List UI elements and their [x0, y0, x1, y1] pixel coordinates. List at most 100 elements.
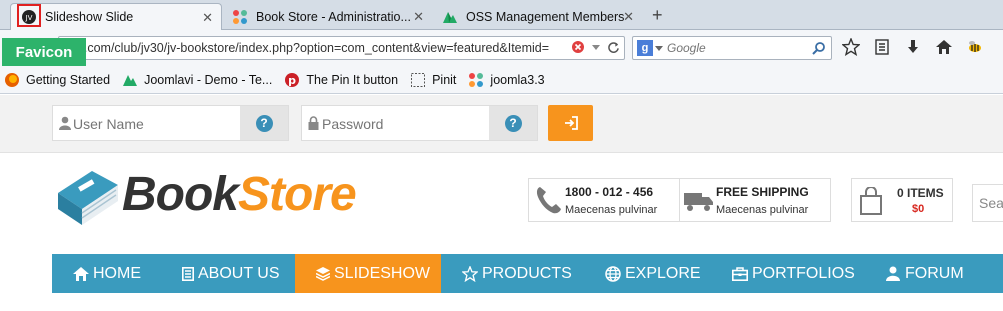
bookmark-label: Getting Started	[26, 72, 111, 87]
shopping-bag-icon	[860, 187, 882, 215]
star-icon	[462, 265, 478, 282]
book-logo-icon	[58, 171, 118, 225]
password-help-button[interactable]: ?	[489, 106, 537, 140]
nav-about-us[interactable]: ABOUT US	[164, 254, 295, 293]
joomlavi-icon	[442, 9, 458, 25]
bookmarks-list-icon[interactable]	[873, 38, 891, 56]
contact-info: 1800 - 012 - 456 Maecenas pulvinar FREE …	[528, 178, 831, 222]
bookmark-label: Joomlavi - Demo - Te...	[144, 72, 273, 87]
favicon-highlight-box	[17, 4, 41, 27]
tab-title: Slideshow Slide	[45, 10, 134, 24]
favicon-annotation-label: Favicon	[2, 38, 86, 66]
shipping-title: FREE SHIPPING	[716, 185, 809, 199]
bookmark-label: Pinit	[432, 72, 457, 87]
tab-slideshow-slide[interactable]: JV Slideshow Slide ✕	[10, 3, 222, 30]
site-logo[interactable]: BookStore	[52, 163, 392, 231]
nav-label: HOME	[93, 264, 141, 282]
search-icon[interactable]	[812, 41, 826, 55]
browser-tab-bar: JV Slideshow Slide ✕ Book Store - Admini…	[0, 0, 1003, 30]
stop-icon[interactable]	[571, 40, 585, 54]
browser-navigation-bar: ao2.com/club/jv30/jv-bookstore/index.php…	[0, 30, 1003, 66]
browser-search-box[interactable]: g	[632, 36, 832, 60]
logo-book-text: Book	[122, 168, 239, 221]
nav-home[interactable]: HOME	[52, 254, 164, 293]
layers-icon	[316, 266, 330, 281]
bookmark-joomla33[interactable]: joomla3.3	[468, 72, 545, 88]
logo-store-text: Store	[238, 168, 357, 221]
users-icon	[885, 266, 901, 281]
nav-forum[interactable]: FORUM	[864, 254, 1003, 293]
reload-icon[interactable]	[607, 41, 620, 54]
phone-number: 1800 - 012 - 456	[565, 185, 654, 199]
url-text: ao2.com/club/jv30/jv-bookstore/index.php…	[63, 41, 550, 55]
cart-item-count: 0 ITEMS	[897, 186, 944, 200]
new-tab-button[interactable]: +	[652, 5, 663, 26]
document-icon	[182, 266, 194, 281]
bookmarks-toolbar: Getting Started Joomlavi - Demo - Te... …	[0, 66, 1003, 94]
help-icon: ?	[255, 114, 273, 132]
tab-book-store-admin[interactable]: Book Store - Administratio... ✕	[222, 3, 432, 30]
bookmark-pinit[interactable]: Pinit	[410, 72, 456, 88]
username-input[interactable]	[73, 114, 243, 134]
nav-label: PRODUCTS	[482, 264, 572, 282]
divider	[679, 179, 680, 221]
close-tab-icon[interactable]: ✕	[202, 10, 213, 26]
cart-summary[interactable]: 0 ITEMS $0	[851, 178, 953, 222]
nav-label: PORTFOLIOS	[752, 264, 855, 282]
browser-search-input[interactable]	[667, 39, 807, 57]
globe-icon	[605, 265, 621, 282]
cart-total: $0	[912, 203, 925, 215]
home-icon	[73, 266, 89, 281]
nav-slideshow[interactable]: SLIDESHOW	[295, 254, 441, 293]
address-bar[interactable]: ao2.com/club/jv30/jv-bookstore/index.php…	[58, 36, 625, 60]
nav-label: ABOUT US	[198, 264, 280, 282]
browser-toolbar	[842, 38, 984, 56]
phone-icon	[536, 187, 561, 214]
svg-text:p: p	[288, 74, 296, 87]
username-help-button[interactable]: ?	[240, 106, 288, 140]
download-icon[interactable]	[904, 38, 922, 56]
bookmark-label: The Pin It button	[306, 72, 399, 87]
pinterest-icon: p	[284, 72, 300, 88]
nav-label: EXPLORE	[625, 264, 701, 282]
phone-subtitle: Maecenas pulvinar	[565, 204, 658, 216]
bookmark-star-icon[interactable]	[842, 38, 860, 56]
tab-oss-management[interactable]: OSS Management Members ✕	[432, 3, 642, 30]
nav-products[interactable]: PRODUCTS	[441, 254, 584, 293]
login-bar: ? ?	[0, 95, 1003, 153]
help-icon: ?	[504, 114, 522, 132]
user-icon	[59, 116, 71, 130]
search-engine-dropdown-icon[interactable]	[655, 46, 663, 52]
google-icon[interactable]: g	[637, 40, 653, 56]
home-page-icon[interactable]	[935, 38, 953, 56]
briefcase-icon	[732, 266, 748, 281]
username-field[interactable]: ?	[52, 105, 289, 141]
close-tab-icon[interactable]: ✕	[413, 9, 424, 25]
web-page: ? ? BookStore 1800 - 012 - 456 Maecenas …	[0, 95, 1003, 311]
site-search-input[interactable]: Sea	[972, 184, 1003, 222]
login-button[interactable]	[548, 105, 593, 141]
logo-wordmark: BookStore	[122, 167, 357, 222]
nav-label: FORUM	[905, 264, 964, 282]
nav-portfolios[interactable]: PORTFOLIOS	[711, 254, 864, 293]
joomlavi-icon	[122, 72, 138, 88]
bookmark-getting-started[interactable]: Getting Started	[4, 72, 110, 88]
joomla-icon	[468, 72, 484, 88]
password-field[interactable]: ?	[301, 105, 538, 141]
close-tab-icon[interactable]: ✕	[623, 9, 634, 25]
bookmark-joomlavi-demo[interactable]: Joomlavi - Demo - Te...	[122, 72, 272, 88]
addon-bee-icon[interactable]	[966, 38, 984, 56]
dropdown-arrow-icon[interactable]	[591, 42, 601, 52]
tab-title: Book Store - Administratio...	[256, 9, 411, 24]
nav-explore[interactable]: EXPLORE	[584, 254, 711, 293]
joomla-icon	[232, 9, 248, 25]
tab-title: OSS Management Members	[466, 9, 625, 24]
pinit-icon	[410, 72, 426, 88]
truck-icon	[684, 193, 713, 211]
main-navigation: HOME ABOUT US SLIDESHOW PRODUCTS EXPLORE…	[52, 254, 1003, 293]
password-input[interactable]	[322, 114, 492, 134]
bookmark-pin-it-button[interactable]: p The Pin It button	[284, 72, 398, 88]
lock-icon	[308, 116, 319, 130]
nav-label: SLIDESHOW	[334, 264, 431, 282]
sign-in-icon	[564, 116, 578, 130]
